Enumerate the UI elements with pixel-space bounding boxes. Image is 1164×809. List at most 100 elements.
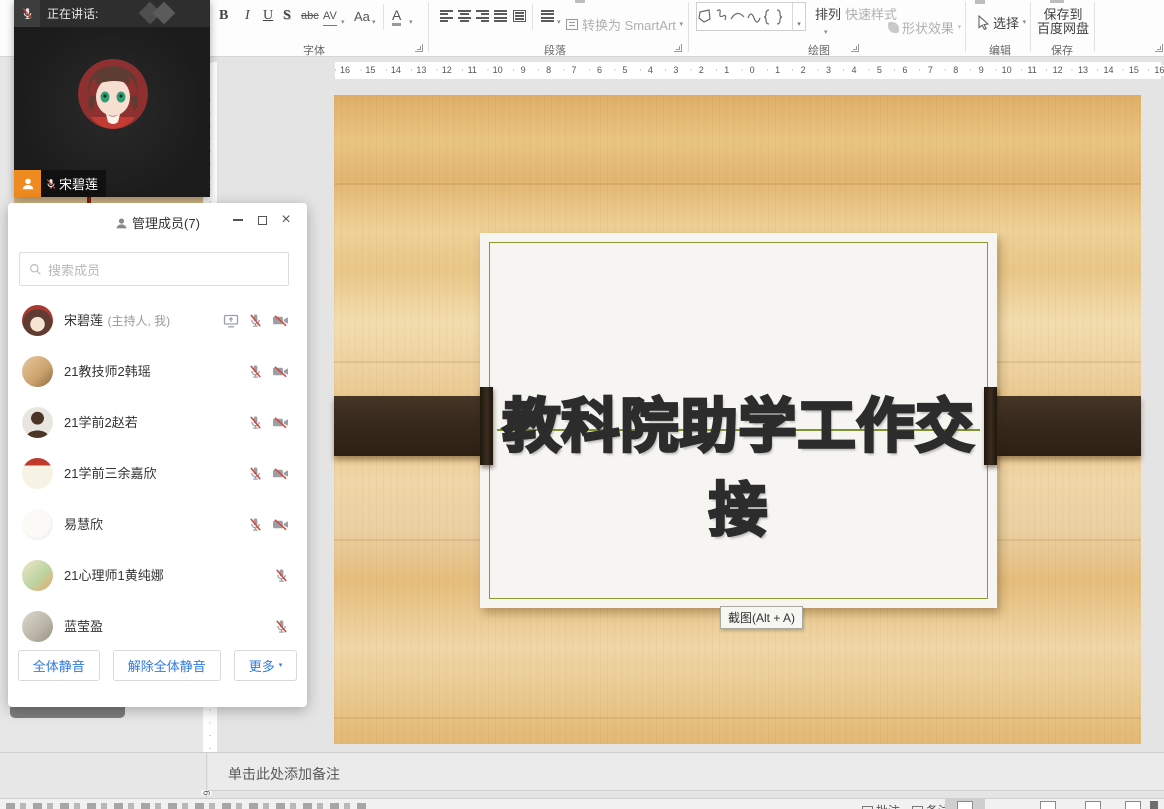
distribute-text-icon[interactable] bbox=[513, 10, 526, 22]
paragraph-dialog-launcher-icon[interactable] bbox=[674, 44, 682, 52]
justify-icon[interactable] bbox=[494, 10, 507, 22]
ruler-number: 15 bbox=[1127, 65, 1141, 76]
member-name: 21心理师1黄纯娜 bbox=[64, 568, 164, 583]
comments-button[interactable]: 批注 bbox=[862, 802, 900, 809]
ruler-number: 9 bbox=[977, 65, 986, 76]
member-list-item[interactable]: 21学前三余嘉欣 bbox=[8, 448, 307, 499]
slide-title[interactable]: 教科院助学工作交接 bbox=[480, 385, 997, 553]
change-case-button[interactable]: Aa bbox=[354, 6, 370, 26]
member-list-item[interactable]: 宋碧莲 (主持人, 我) bbox=[8, 295, 307, 346]
align-right-icon[interactable] bbox=[476, 10, 489, 22]
dialog-launcher-icon[interactable] bbox=[1155, 44, 1163, 52]
arrange-button[interactable]: 排列 bbox=[815, 3, 841, 23]
member-management-panel[interactable]: 管理成员(7) × 搜索成员 宋碧莲 (主持人, 我) bbox=[8, 203, 307, 707]
mic-muted-icon[interactable] bbox=[248, 313, 263, 328]
align-center-icon[interactable] bbox=[458, 10, 471, 22]
member-avatar bbox=[22, 560, 53, 591]
minimize-button[interactable] bbox=[229, 211, 247, 229]
slideshow-view-button[interactable] bbox=[1125, 801, 1141, 809]
save-group-label: 保存 bbox=[1051, 42, 1073, 58]
ruler-number: 16 bbox=[338, 65, 352, 76]
select-button[interactable]: 选择 ▾ bbox=[977, 12, 1026, 32]
mic-muted-icon[interactable] bbox=[274, 619, 289, 634]
camera-muted-icon[interactable] bbox=[272, 364, 289, 379]
convert-to-smartart-button[interactable]: 转换为 SmartArt ▾ bbox=[566, 14, 683, 34]
gallery-scroll-button[interactable]: ▾ bbox=[792, 3, 805, 30]
member-avatar bbox=[22, 611, 53, 642]
cursor-arrow-icon bbox=[977, 15, 990, 30]
divider bbox=[1094, 2, 1095, 52]
ruler-number: 15 bbox=[363, 65, 377, 76]
meeting-window-header[interactable]: 正在讲话: bbox=[14, 0, 210, 27]
zoom-control-fragment[interactable] bbox=[1150, 801, 1158, 809]
clipped-button-fragment bbox=[975, 0, 985, 4]
member-avatar bbox=[22, 509, 53, 540]
speaker-avatar bbox=[78, 59, 148, 129]
line-spacing-icon[interactable] bbox=[541, 10, 554, 22]
drawing-dialog-launcher-icon[interactable] bbox=[851, 44, 859, 52]
shapes-gallery[interactable]: ▾ bbox=[696, 2, 806, 31]
slide-canvas[interactable]: 教科院助学工作交接 bbox=[334, 95, 1141, 744]
chevron-down-icon[interactable]: ▾ bbox=[372, 12, 376, 32]
camera-muted-icon[interactable] bbox=[272, 313, 289, 328]
text-shadow-button[interactable]: S bbox=[283, 6, 291, 26]
font-dialog-launcher-icon[interactable] bbox=[415, 44, 423, 52]
ruler-number: 10 bbox=[491, 65, 505, 76]
drawing-group-label: 绘图 bbox=[808, 42, 830, 58]
mic-muted-icon[interactable] bbox=[248, 466, 263, 481]
mic-muted-icon[interactable] bbox=[248, 364, 263, 379]
camera-muted-icon[interactable] bbox=[272, 517, 289, 532]
member-list-item[interactable]: 21心理师1黄纯娜 bbox=[8, 550, 307, 601]
slide-sorter-view-button[interactable] bbox=[1040, 801, 1056, 809]
member-list-item[interactable]: 21教技师2韩瑶 bbox=[8, 346, 307, 397]
strikethrough-button[interactable]: abc bbox=[301, 6, 319, 26]
ruler-number: 2 bbox=[697, 65, 706, 76]
notes-pane[interactable]: 单击此处添加备注 bbox=[208, 753, 1164, 791]
member-list-item[interactable]: 21学前2赵若 bbox=[8, 397, 307, 448]
camera-muted-icon[interactable] bbox=[272, 466, 289, 481]
mic-muted-icon[interactable] bbox=[274, 568, 289, 583]
ruler-number: 3 bbox=[824, 65, 833, 76]
shape-effects-button[interactable]: 形状效果 ▾ bbox=[888, 17, 961, 37]
unmute-all-button[interactable]: 解除全体静音 bbox=[113, 650, 221, 681]
mic-muted-icon[interactable] bbox=[248, 415, 263, 430]
more-button[interactable]: 更多▾ bbox=[234, 650, 298, 681]
ruler-number: 9 bbox=[519, 65, 528, 76]
chevron-down-icon[interactable]: ▾ bbox=[557, 12, 561, 32]
notes-placeholder: 单击此处添加备注 bbox=[228, 764, 340, 784]
camera-muted-icon[interactable] bbox=[272, 415, 289, 430]
font-color-button[interactable]: A bbox=[392, 6, 401, 26]
member-name: 21学前三余嘉欣 bbox=[64, 466, 156, 481]
chevron-down-icon[interactable]: ▾ bbox=[824, 22, 828, 42]
ruler-number: 16 bbox=[1152, 65, 1164, 76]
meeting-video-window[interactable]: 正在讲话: bbox=[14, 0, 210, 197]
member-name: 蓝莹盈 bbox=[64, 619, 103, 634]
bold-button[interactable]: B bbox=[219, 6, 228, 26]
member-name: 易慧欣 bbox=[64, 517, 103, 532]
mute-all-button[interactable]: 全体静音 bbox=[18, 650, 100, 681]
ribbon-banner-right bbox=[995, 396, 1141, 456]
reading-view-button[interactable] bbox=[1085, 801, 1101, 809]
horizontal-ruler[interactable]: 1615141312111098765432101234567891011121… bbox=[335, 62, 1161, 79]
mic-muted-icon[interactable] bbox=[248, 517, 263, 532]
character-spacing-button[interactable]: AV bbox=[323, 6, 337, 26]
align-left-icon[interactable] bbox=[440, 10, 453, 22]
ruler-number: 8 bbox=[951, 65, 960, 76]
maximize-button[interactable] bbox=[253, 211, 271, 229]
chevron-down-icon[interactable]: ▾ bbox=[341, 12, 345, 32]
member-list-item[interactable]: 蓝莹盈 bbox=[8, 601, 307, 652]
ruler-number: 10 bbox=[1000, 65, 1014, 76]
italic-button[interactable]: I bbox=[245, 6, 250, 26]
member-search-input[interactable]: 搜索成员 bbox=[19, 252, 289, 286]
close-button[interactable]: × bbox=[277, 211, 295, 229]
ruler-number: 7 bbox=[570, 65, 579, 76]
mic-muted-header-box[interactable] bbox=[14, 0, 40, 27]
underline-button[interactable]: U bbox=[263, 6, 273, 26]
mic-muted-icon bbox=[21, 6, 34, 21]
member-list-item[interactable]: 易慧欣 bbox=[8, 499, 307, 550]
save-to-baidu-netdisk-button[interactable]: 百度网盘 bbox=[1036, 17, 1090, 37]
chevron-down-icon[interactable]: ▾ bbox=[409, 12, 413, 32]
person-icon bbox=[21, 177, 35, 191]
screen-share-icon[interactable] bbox=[223, 313, 239, 329]
normal-view-button[interactable] bbox=[957, 801, 973, 809]
